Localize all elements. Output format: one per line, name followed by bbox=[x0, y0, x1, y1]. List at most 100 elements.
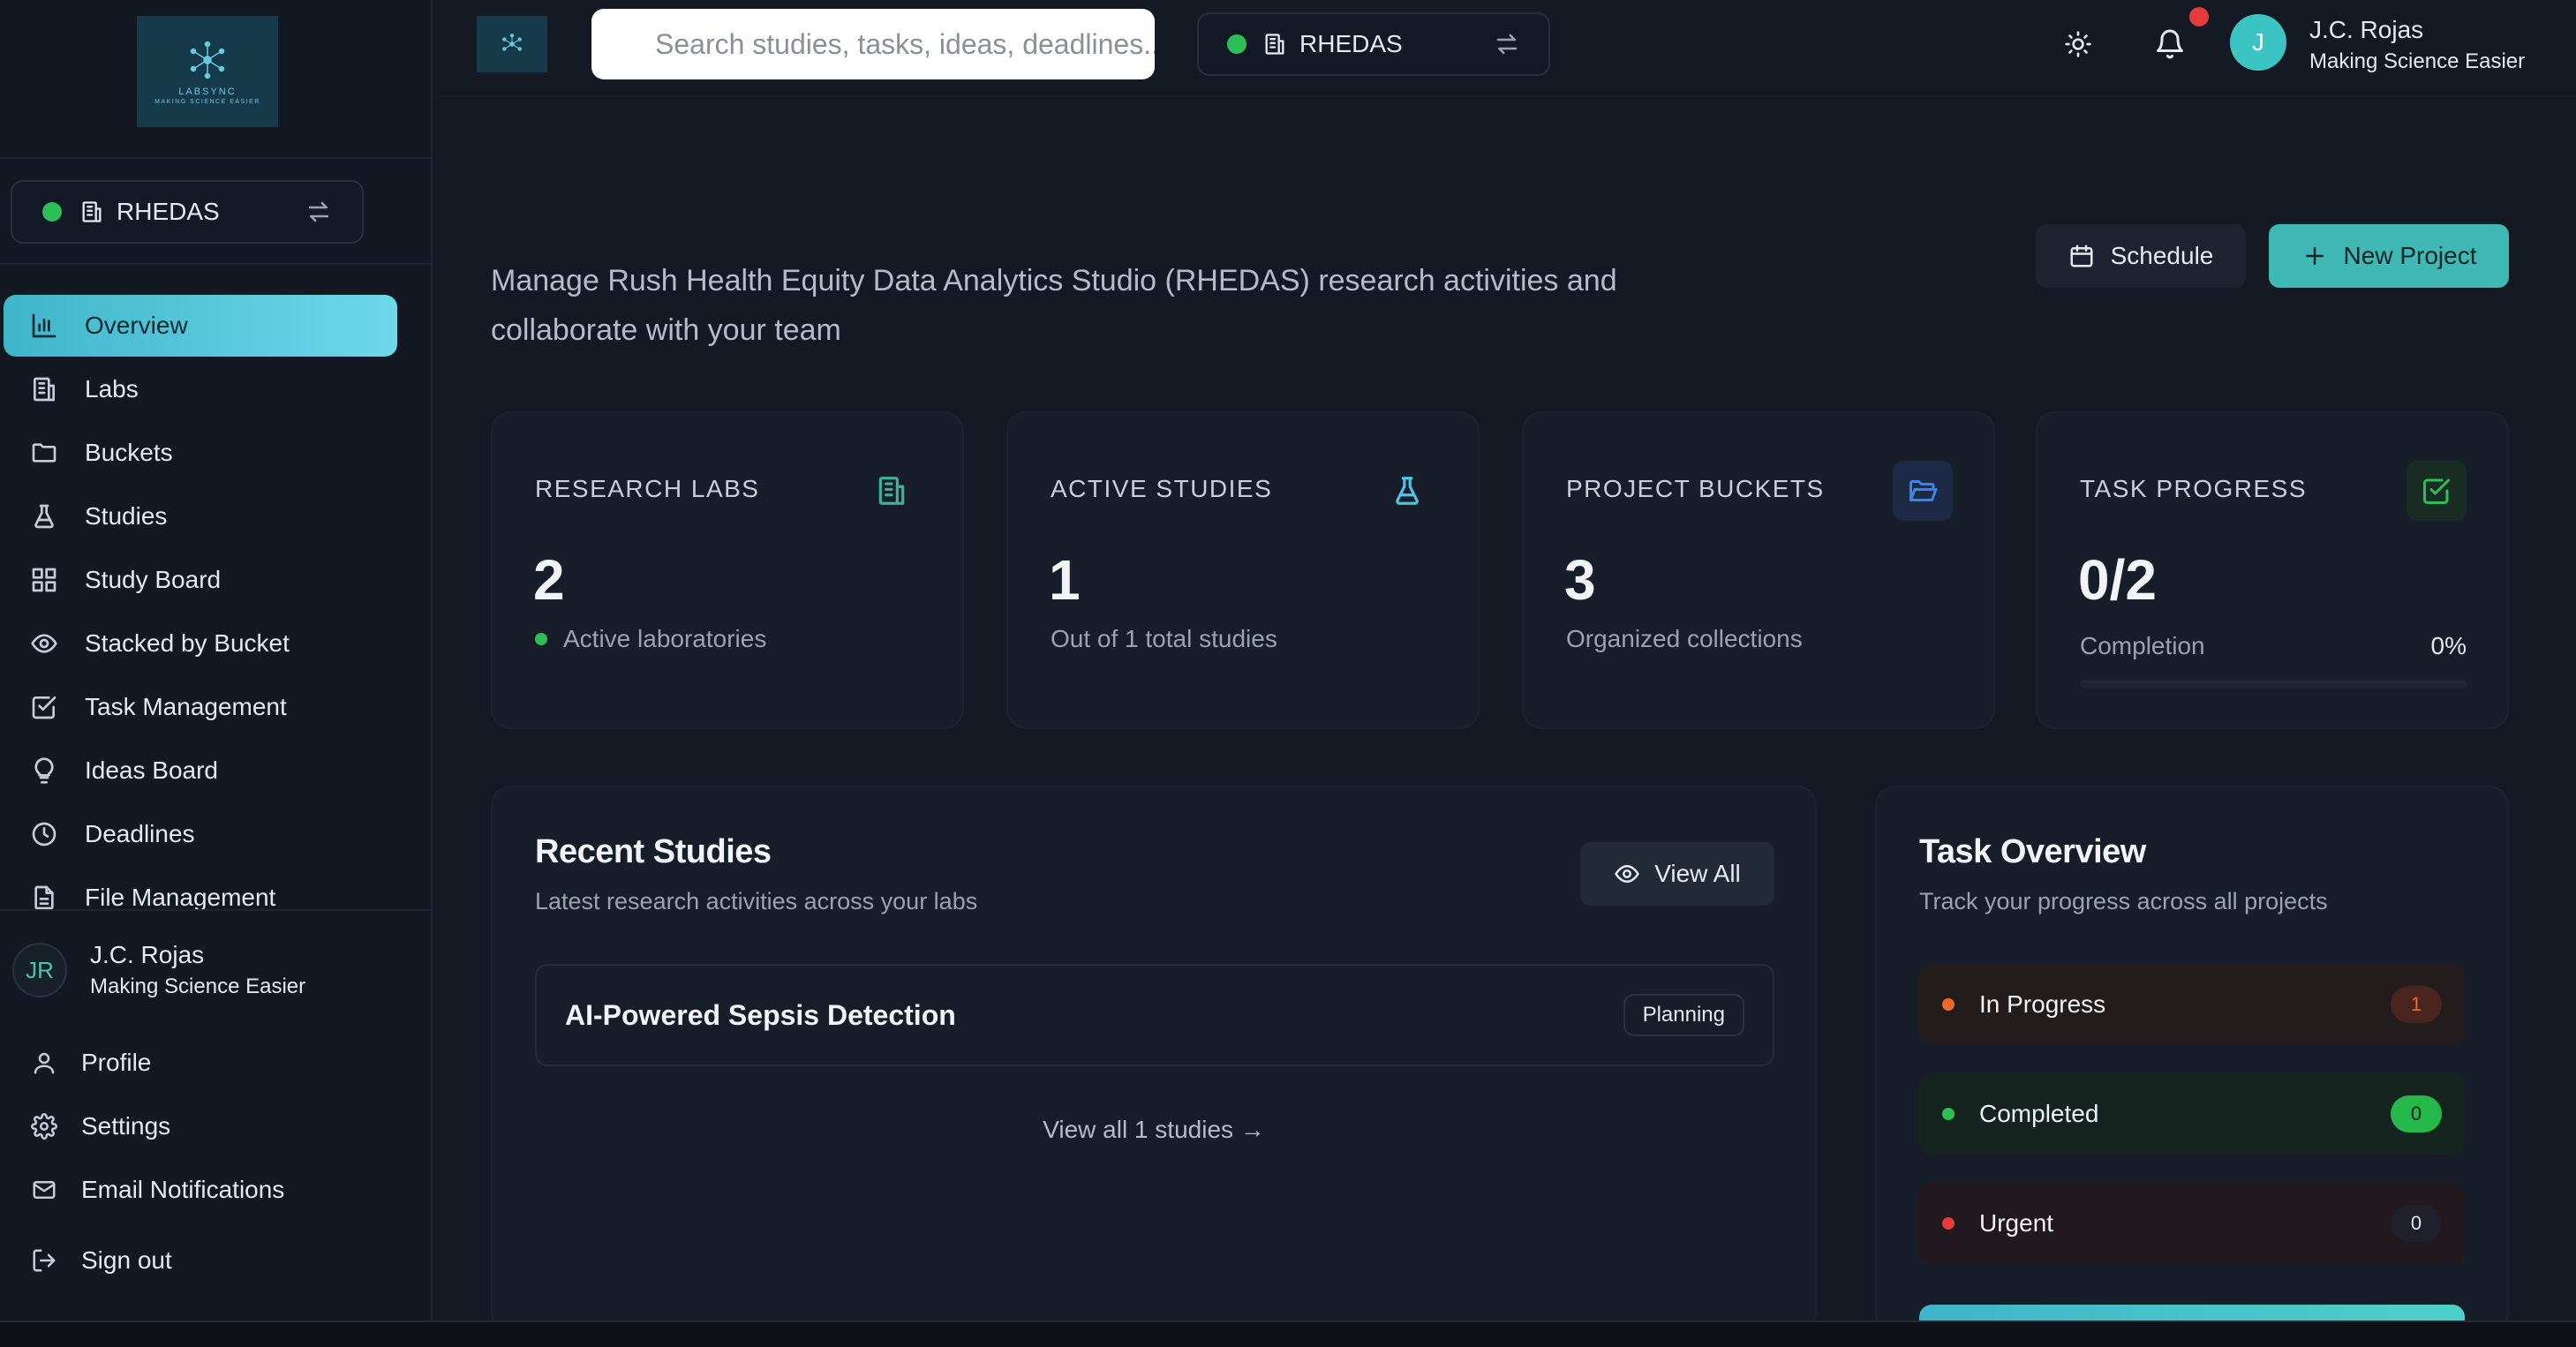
clock-icon bbox=[26, 816, 62, 852]
progress-bar bbox=[2080, 680, 2467, 689]
status-badge: Planning bbox=[1623, 994, 1744, 1036]
progress-percent: 0% bbox=[2430, 632, 2467, 659]
labsync-logo[interactable]: LABSYNC MAKING SCIENCE EASIER bbox=[137, 16, 278, 127]
view-all-label: View All bbox=[1654, 860, 1741, 887]
grid-icon bbox=[26, 562, 62, 598]
topbar-user-subtitle: Making Science Easier bbox=[2309, 49, 2526, 73]
sidebar-lab-name: RHEDAS bbox=[117, 198, 220, 225]
sidebar-item-stacked-by-bucket[interactable]: Stacked by Bucket bbox=[4, 613, 397, 674]
task-overview-subtitle: Track your progress across all projects bbox=[1919, 888, 2328, 914]
sidebar-item-label: Task Management bbox=[85, 693, 287, 720]
task-status-label: Urgent bbox=[1979, 1209, 2054, 1237]
building-icon bbox=[1262, 32, 1287, 56]
check-square-icon bbox=[2407, 461, 2467, 521]
sidebar-item-label: File Management bbox=[85, 884, 276, 909]
task-row-in-progress[interactable]: In Progress 1 bbox=[1919, 964, 2465, 1045]
task-count-badge: 0 bbox=[2391, 1095, 2442, 1133]
avatar: JR bbox=[12, 943, 67, 997]
molecule-icon bbox=[502, 34, 522, 51]
sidebar-item-label: Stacked by Bucket bbox=[85, 629, 290, 657]
mail-icon bbox=[26, 1172, 62, 1208]
task-status-label: Completed bbox=[1979, 1100, 2099, 1127]
page-intro: Manage Rush Health Equity Data Analytics… bbox=[491, 264, 1617, 347]
email-notifications-label: Email Notifications bbox=[81, 1176, 285, 1203]
folder-icon bbox=[26, 435, 62, 470]
recent-studies-panel: Recent Studies Latest research activitie… bbox=[491, 786, 1817, 1333]
study-name: AI-Powered Sepsis Detection bbox=[565, 998, 956, 1031]
stat-description: Organized collections bbox=[1566, 625, 1803, 652]
sidebar-item-label: Study Board bbox=[85, 566, 222, 593]
profile-link[interactable]: Profile bbox=[26, 1045, 151, 1080]
sidebar-item-label: Buckets bbox=[85, 439, 173, 466]
eye-icon bbox=[1614, 861, 1640, 887]
sidebar-item-label: Overview bbox=[85, 312, 188, 339]
sidebar-divider bbox=[0, 263, 433, 265]
avatar[interactable]: J bbox=[2230, 14, 2286, 71]
profile-label: Profile bbox=[81, 1049, 152, 1076]
window-bottom-edge bbox=[0, 1321, 2576, 1347]
logo-brand: LABSYNC bbox=[178, 86, 237, 97]
view-all-studies-link[interactable]: View all 1 studies → bbox=[493, 1116, 1815, 1144]
task-count-badge: 1 bbox=[2391, 986, 2442, 1023]
lab-status-dot bbox=[42, 202, 62, 222]
schedule-button[interactable]: Schedule bbox=[2036, 224, 2246, 288]
recent-studies-title: Recent Studies bbox=[535, 833, 772, 870]
stat-label: ACTIVE STUDIES bbox=[1051, 475, 1273, 502]
sidebar-item-task-management[interactable]: Task Management bbox=[4, 676, 397, 738]
email-notifications-link[interactable]: Email Notifications bbox=[26, 1172, 284, 1208]
sign-out-button[interactable]: Sign out bbox=[26, 1243, 172, 1278]
lab-status-dot bbox=[1227, 34, 1247, 54]
topbar: RHEDAS J J.C. Rojas Making Science Easie… bbox=[434, 0, 2576, 97]
swap-icon[interactable] bbox=[305, 199, 332, 225]
file-icon bbox=[26, 880, 62, 909]
sidebar-item-overview[interactable]: Overview bbox=[4, 295, 397, 357]
topbar-lab-switcher[interactable]: RHEDAS bbox=[1197, 12, 1550, 76]
sidebar-item-label: Ideas Board bbox=[85, 756, 218, 784]
sidebar-nav: Overview Labs Buckets Studies Study Boar… bbox=[0, 291, 433, 909]
sidebar-user-name: J.C. Rojas bbox=[90, 941, 205, 968]
new-project-button[interactable]: New Project bbox=[2269, 224, 2509, 288]
task-overview-title: Task Overview bbox=[1919, 833, 2146, 870]
stat-card-active-studies[interactable]: ACTIVE STUDIES 1 Out of 1 total studies bbox=[1006, 411, 1480, 729]
stat-card-task-progress[interactable]: TASK PROGRESS 0/2 Completion 0% bbox=[2036, 411, 2509, 729]
sidebar-item-file-management[interactable]: File Management bbox=[4, 867, 397, 909]
theme-toggle-sun-icon[interactable] bbox=[2059, 25, 2098, 64]
study-row[interactable]: AI-Powered Sepsis Detection Planning bbox=[535, 964, 1774, 1066]
sidebar-item-study-board[interactable]: Study Board bbox=[4, 549, 397, 611]
calendar-icon bbox=[2068, 243, 2095, 269]
sidebar-item-labs[interactable]: Labs bbox=[4, 358, 397, 420]
sign-out-label: Sign out bbox=[81, 1246, 172, 1274]
plus-icon bbox=[2301, 243, 2328, 269]
status-dot bbox=[1942, 1217, 1955, 1230]
sidebar-user-subtitle: Making Science Easier bbox=[90, 975, 306, 998]
task-row-completed[interactable]: Completed 0 bbox=[1919, 1073, 2465, 1155]
bell-icon[interactable] bbox=[2150, 25, 2189, 64]
logo-tagline: MAKING SCIENCE EASIER bbox=[154, 98, 260, 105]
sidebar-lab-switcher[interactable]: RHEDAS bbox=[11, 180, 364, 244]
settings-label: Settings bbox=[81, 1112, 171, 1140]
sidebar-user[interactable]: JR J.C. Rojas Making Science Easier bbox=[12, 941, 305, 999]
building-icon bbox=[862, 461, 922, 521]
building-icon bbox=[79, 199, 104, 224]
task-row-urgent[interactable]: Urgent 0 bbox=[1919, 1183, 2465, 1264]
eye-icon bbox=[26, 626, 62, 661]
stat-value: 2 bbox=[533, 548, 565, 612]
sidebar-item-ideas-board[interactable]: Ideas Board bbox=[4, 740, 397, 801]
settings-link[interactable]: Settings bbox=[26, 1109, 170, 1144]
sidebar-item-buckets[interactable]: Buckets bbox=[4, 422, 397, 484]
stat-card-project-buckets[interactable]: PROJECT BUCKETS 3 Organized collections bbox=[1522, 411, 1995, 729]
sidebar-item-label: Deadlines bbox=[85, 820, 195, 847]
schedule-label: Schedule bbox=[2110, 242, 2214, 269]
stat-value: 0/2 bbox=[2078, 548, 2157, 612]
topbar-logo[interactable] bbox=[477, 16, 547, 72]
stat-card-research-labs[interactable]: RESEARCH LABS 2 Active laboratories bbox=[491, 411, 964, 729]
user-icon bbox=[26, 1045, 62, 1080]
sidebar-item-studies[interactable]: Studies bbox=[4, 485, 397, 547]
stat-label: RESEARCH LABS bbox=[535, 475, 760, 502]
flask-icon bbox=[1377, 461, 1437, 521]
sidebar-item-deadlines[interactable]: Deadlines bbox=[4, 803, 397, 865]
view-all-button[interactable]: View All bbox=[1580, 842, 1774, 906]
search-input[interactable] bbox=[591, 9, 1155, 79]
lightbulb-icon bbox=[26, 753, 62, 788]
swap-icon[interactable] bbox=[1494, 31, 1520, 57]
